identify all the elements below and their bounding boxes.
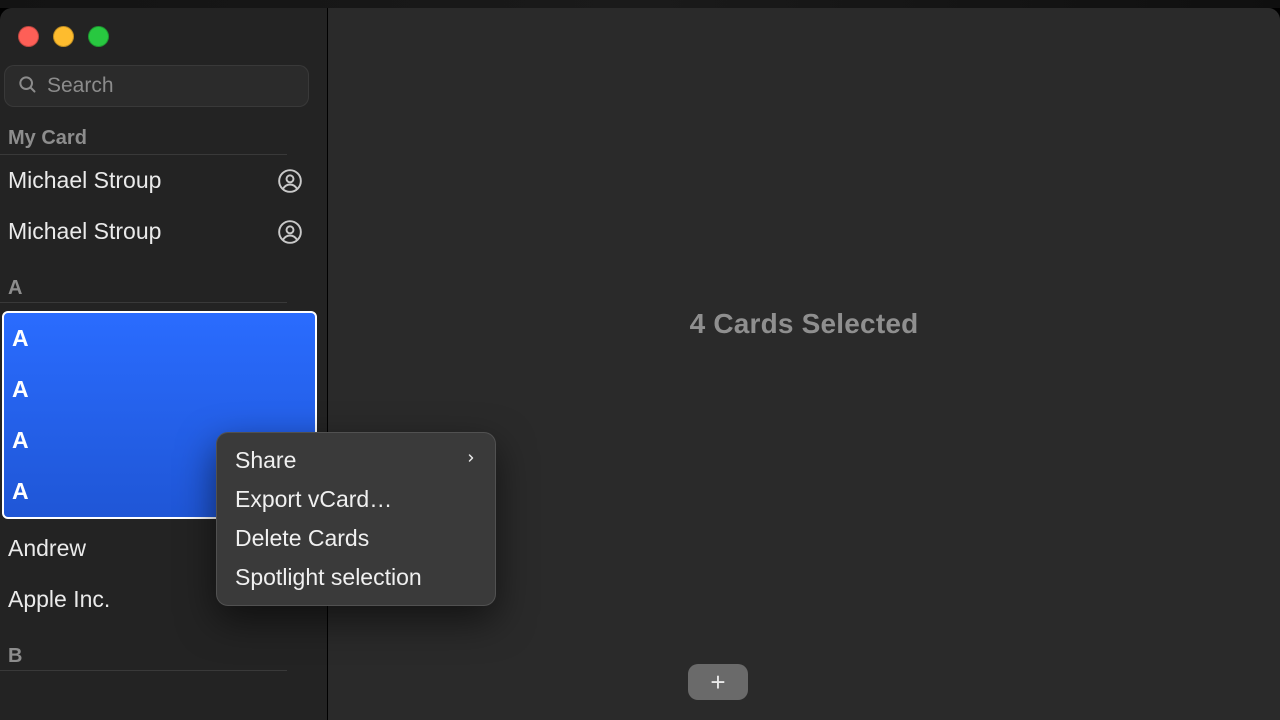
person-circle-icon xyxy=(277,219,303,245)
minimize-window-button[interactable] xyxy=(53,26,74,47)
context-item-share[interactable]: Share xyxy=(217,441,495,480)
window-controls xyxy=(0,8,327,47)
detail-pane: 4 Cards Selected + xyxy=(328,8,1280,720)
contact-name: Michael Stroup xyxy=(8,218,161,245)
contacts-window: My Card Michael Stroup Michael Stroup A … xyxy=(0,8,1280,720)
selected-contact-0[interactable]: A xyxy=(4,313,315,364)
sidebar: My Card Michael Stroup Michael Stroup A … xyxy=(0,8,328,720)
context-item-export-vcard[interactable]: Export vCard… xyxy=(217,480,495,519)
contact-row-mycard-1[interactable]: Michael Stroup xyxy=(0,206,327,257)
context-item-label: Share xyxy=(235,447,296,474)
context-item-label: Delete Cards xyxy=(235,525,369,552)
context-item-delete-cards[interactable]: Delete Cards xyxy=(217,519,495,558)
search-input[interactable] xyxy=(47,74,318,98)
context-item-label: Export vCard… xyxy=(235,486,392,513)
plus-icon: + xyxy=(710,667,725,698)
section-header-my-card: My Card xyxy=(0,117,287,155)
selection-status: 4 Cards Selected xyxy=(690,308,919,340)
contact-name: Apple Inc. xyxy=(8,586,110,613)
search-wrap xyxy=(4,47,327,117)
close-window-button[interactable] xyxy=(18,26,39,47)
section-header-A: A xyxy=(0,271,287,303)
search-field[interactable] xyxy=(4,65,309,107)
contact-name: Andrew xyxy=(8,535,86,562)
add-contact-button[interactable]: + xyxy=(688,664,748,700)
context-item-label: Spotlight selection xyxy=(235,564,422,591)
person-circle-icon xyxy=(277,168,303,194)
contact-row-mycard-0[interactable]: Michael Stroup xyxy=(0,155,327,206)
selected-contact-1[interactable]: A xyxy=(4,364,315,415)
search-icon xyxy=(17,74,37,99)
chevron-right-icon xyxy=(465,450,477,471)
screenshot-top-strip xyxy=(0,0,1280,8)
fullscreen-window-button[interactable] xyxy=(88,26,109,47)
contact-name: Michael Stroup xyxy=(8,167,161,194)
context-item-spotlight-selection[interactable]: Spotlight selection xyxy=(217,558,495,597)
section-header-B: B xyxy=(0,639,287,671)
context-menu[interactable]: Share Export vCard… Delete Cards Spotlig… xyxy=(216,432,496,606)
